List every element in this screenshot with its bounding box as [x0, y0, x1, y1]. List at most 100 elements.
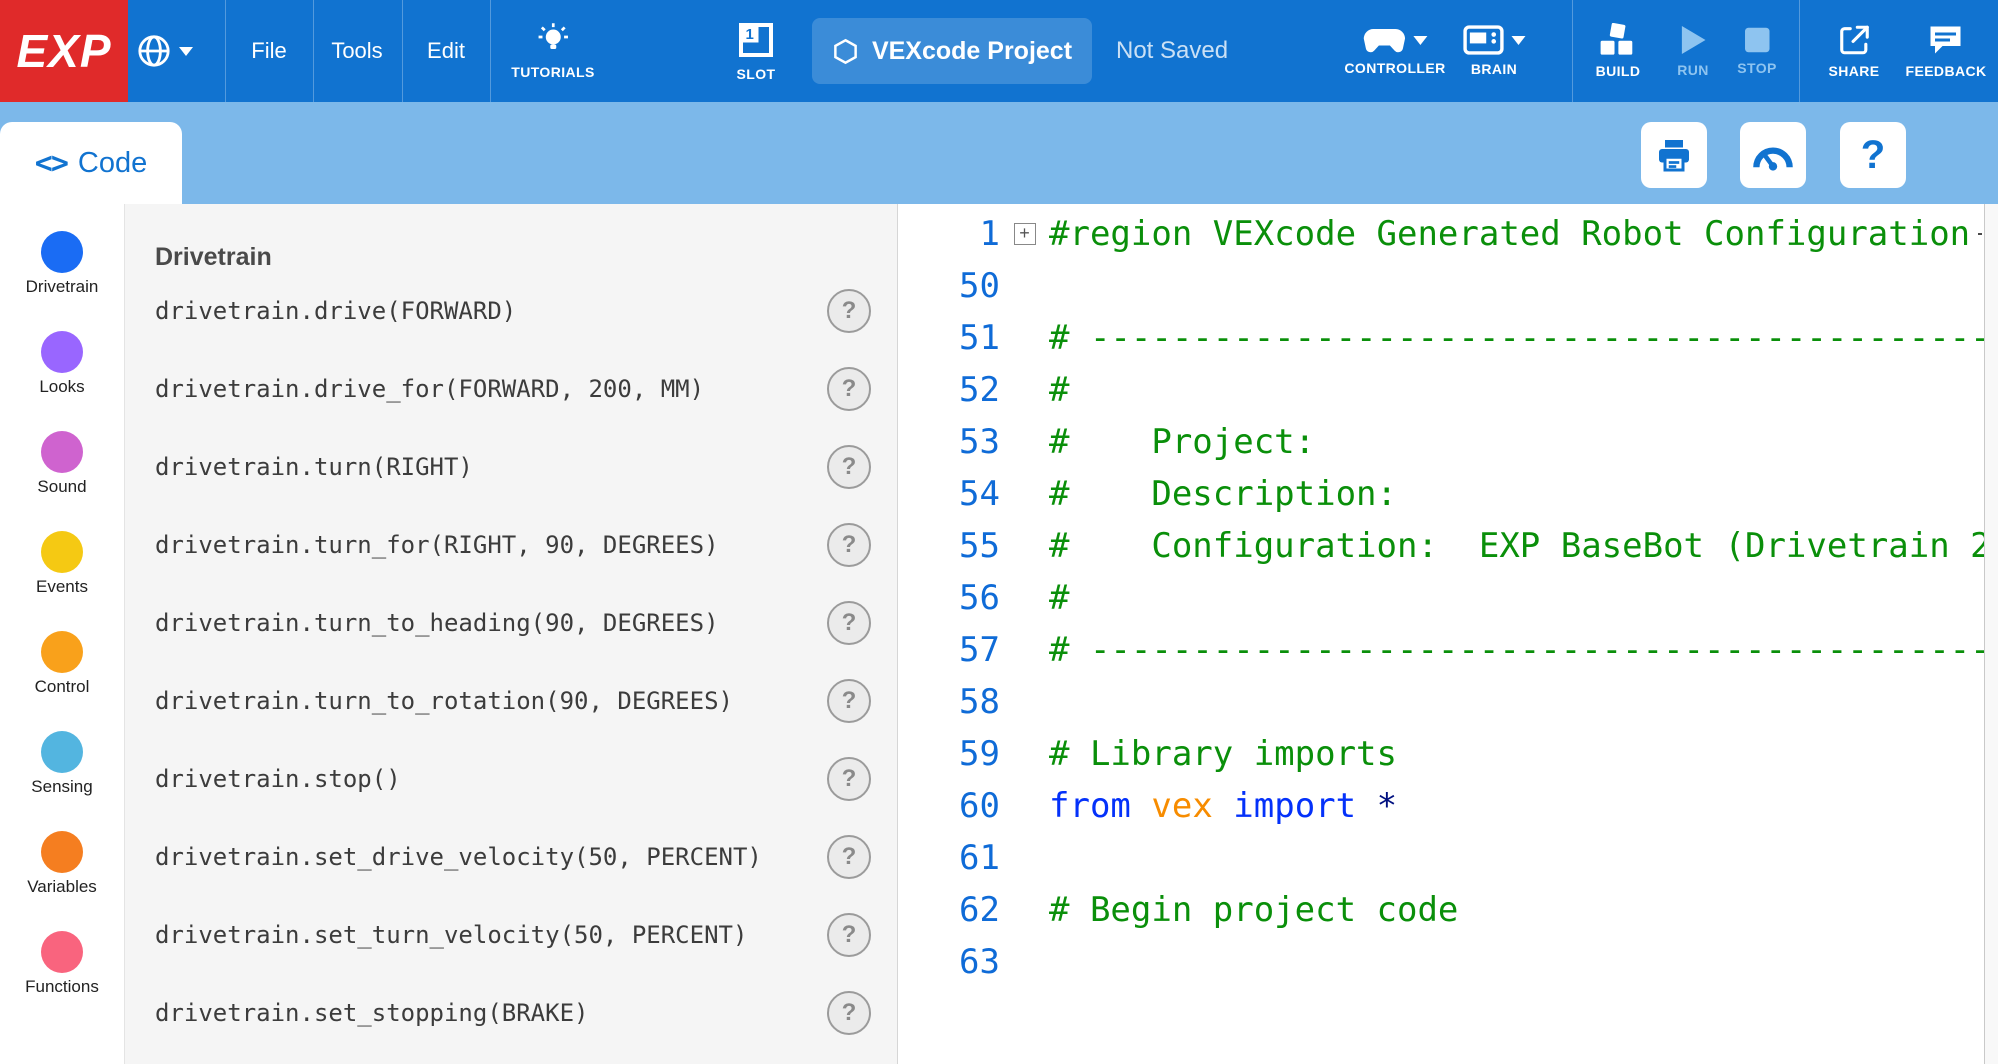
language-menu[interactable]: [137, 0, 193, 102]
category-label: Functions: [25, 977, 99, 997]
sidebar-category-sound[interactable]: Sound: [37, 431, 86, 497]
command-row[interactable]: drivetrain.turn_to_heading(90, DEGREES)?: [155, 584, 871, 662]
menu-file[interactable]: File: [251, 0, 286, 102]
command-row[interactable]: drivetrain.turn_to_rotation(90, DEGREES)…: [155, 662, 871, 740]
code-line: 55# Configuration: EXP BaseBot (Drivetra…: [898, 520, 1998, 572]
command-help-button[interactable]: ?: [827, 679, 871, 723]
top-menu-bar: EXP File Tools Edit: [0, 0, 1998, 102]
command-row[interactable]: drivetrain.stop()?: [155, 740, 871, 818]
sidebar-category-functions[interactable]: Functions: [25, 931, 99, 997]
menu-tools[interactable]: Tools: [331, 0, 382, 102]
command-text[interactable]: drivetrain.drive(FORWARD): [155, 297, 516, 325]
sidebar-category-drivetrain[interactable]: Drivetrain: [26, 231, 99, 297]
controller-label: CONTROLLER: [1344, 60, 1445, 76]
category-color-dot[interactable]: [41, 831, 83, 873]
code-text: #region VEXcode Generated Robot Configur…: [1049, 214, 1970, 254]
command-row[interactable]: drivetrain.drive_for(FORWARD, 200, MM)?: [155, 350, 871, 428]
sidebar-category-looks[interactable]: Looks: [39, 331, 84, 397]
slot-label: SLOT: [737, 66, 776, 82]
command-row[interactable]: drivetrain.set_turn_velocity(50, PERCENT…: [155, 896, 871, 974]
command-text[interactable]: drivetrain.turn_for(RIGHT, 90, DEGREES): [155, 531, 719, 559]
line-number: 53: [898, 422, 1000, 462]
tutorials-button[interactable]: TUTORIALS: [511, 0, 594, 102]
category-color-dot[interactable]: [41, 531, 83, 573]
command-help-button[interactable]: ?: [827, 445, 871, 489]
command-help-button[interactable]: ?: [827, 835, 871, 879]
code-line: 58: [898, 676, 1998, 728]
command-text[interactable]: drivetrain.set_drive_velocity(50, PERCEN…: [155, 843, 762, 871]
command-help-button[interactable]: ?: [827, 289, 871, 333]
code-line: 56#: [898, 572, 1998, 624]
code-text: # --------------------------------------…: [1049, 630, 1998, 670]
share-button[interactable]: SHARE: [1828, 0, 1879, 102]
print-console-button[interactable]: [1641, 122, 1707, 188]
category-label: Variables: [27, 877, 97, 897]
hexagon-icon: [832, 38, 859, 65]
share-icon: [1837, 23, 1871, 57]
tab-code[interactable]: <> Code: [0, 122, 182, 204]
category-color-dot[interactable]: [41, 931, 83, 973]
code-text: # Project:: [1049, 422, 1315, 462]
monitor-button[interactable]: [1740, 122, 1806, 188]
category-label: Events: [36, 577, 88, 597]
command-help-button[interactable]: ?: [827, 913, 871, 957]
command-text[interactable]: drivetrain.stop(): [155, 765, 401, 793]
stop-button[interactable]: STOP: [1737, 0, 1776, 102]
help-button[interactable]: ?: [1840, 122, 1906, 188]
sidebar-category-events[interactable]: Events: [36, 531, 88, 597]
command-row[interactable]: drivetrain.set_drive_velocity(50, PERCEN…: [155, 818, 871, 896]
sidebar-category-sensing[interactable]: Sensing: [31, 731, 92, 797]
command-help-button[interactable]: ?: [827, 523, 871, 567]
slot-button[interactable]: 1 SLOT: [736, 0, 776, 102]
editor-scrollbar[interactable]: [1984, 204, 1998, 1064]
topbar-divider: [313, 0, 314, 102]
topbar-divider: [225, 0, 226, 102]
code-line: 63: [898, 936, 1998, 988]
brain-label: BRAIN: [1471, 61, 1517, 77]
code-line: 59# Library imports: [898, 728, 1998, 780]
topbar-divider: [490, 0, 491, 102]
category-label: Drivetrain: [26, 277, 99, 297]
command-text[interactable]: drivetrain.turn_to_heading(90, DEGREES): [155, 609, 719, 637]
topbar-divider: [1799, 0, 1800, 102]
controller-button[interactable]: CONTROLLER: [1344, 0, 1445, 102]
command-text[interactable]: drivetrain.turn(RIGHT): [155, 453, 473, 481]
command-row[interactable]: drivetrain.turn_for(RIGHT, 90, DEGREES)?: [155, 506, 871, 584]
sidebar-category-control[interactable]: Control: [35, 631, 90, 697]
category-color-dot[interactable]: [41, 731, 83, 773]
command-help-button[interactable]: ?: [827, 757, 871, 801]
category-color-dot[interactable]: [41, 331, 83, 373]
command-help-button[interactable]: ?: [827, 367, 871, 411]
build-button[interactable]: BUILD: [1596, 0, 1641, 102]
brain-button[interactable]: BRAIN: [1463, 0, 1526, 102]
command-text[interactable]: drivetrain.turn_to_rotation(90, DEGREES): [155, 687, 733, 715]
command-row[interactable]: drivetrain.drive(FORWARD)?: [155, 272, 871, 350]
category-label: Sensing: [31, 777, 92, 797]
sidebar-category-variables[interactable]: Variables: [27, 831, 97, 897]
project-name-button[interactable]: VEXcode Project: [812, 18, 1092, 84]
command-text[interactable]: drivetrain.drive_for(FORWARD, 200, MM): [155, 375, 704, 403]
command-help-button[interactable]: ?: [827, 601, 871, 645]
command-text[interactable]: drivetrain.set_stopping(BRAKE): [155, 999, 588, 1027]
command-row[interactable]: drivetrain.set_stopping(BRAKE)?: [155, 974, 871, 1052]
category-color-dot[interactable]: [41, 431, 83, 473]
run-button[interactable]: RUN: [1677, 0, 1709, 102]
line-number: 51: [898, 318, 1000, 358]
vexcode-app: EXP File Tools Edit: [0, 0, 1998, 1064]
menu-edit[interactable]: Edit: [427, 0, 465, 102]
fold-marker[interactable]: +: [1014, 223, 1036, 245]
code-line: 60from vex import *: [898, 780, 1998, 832]
code-text: # Configuration: EXP BaseBot (Drivetrain…: [1049, 526, 1998, 566]
code-text: # Description:: [1049, 474, 1397, 514]
save-status: Not Saved: [1116, 0, 1228, 102]
feedback-button[interactable]: FEEDBACK: [1906, 0, 1987, 102]
code-editor[interactable]: 1+#region VEXcode Generated Robot Config…: [898, 204, 1998, 1064]
command-text[interactable]: drivetrain.set_turn_velocity(50, PERCENT…: [155, 921, 747, 949]
line-number: 54: [898, 474, 1000, 514]
share-label: SHARE: [1828, 63, 1879, 79]
category-color-dot[interactable]: [41, 631, 83, 673]
command-help-button[interactable]: ?: [827, 991, 871, 1035]
category-color-dot[interactable]: [41, 231, 83, 273]
command-row[interactable]: drivetrain.turn(RIGHT)?: [155, 428, 871, 506]
line-number: 52: [898, 370, 1000, 410]
